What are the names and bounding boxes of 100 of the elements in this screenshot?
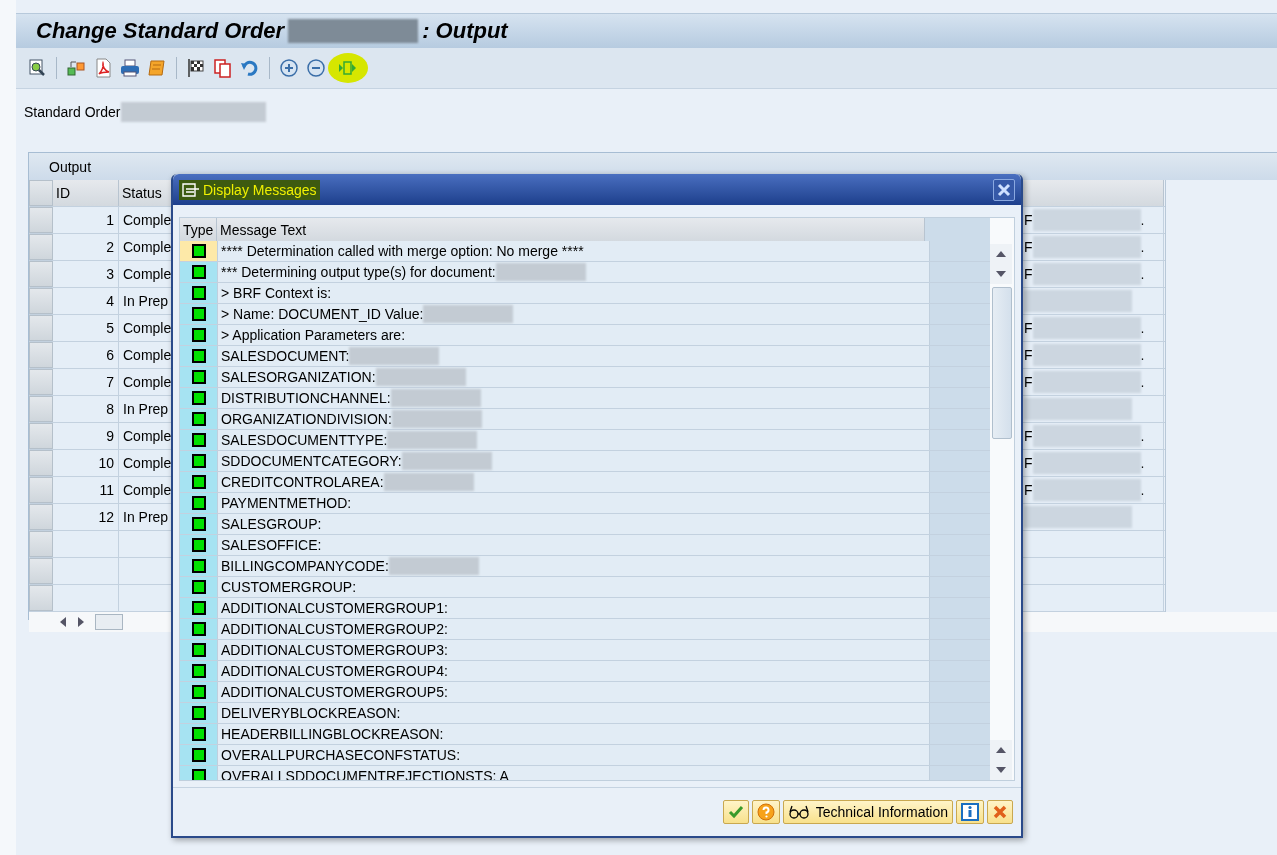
type-cell[interactable] bbox=[180, 619, 218, 639]
table-cell: . bbox=[1140, 455, 1145, 471]
status-light-icon bbox=[191, 307, 206, 321]
scroll-up-button[interactable] bbox=[990, 244, 1012, 264]
type-cell[interactable] bbox=[180, 451, 218, 471]
type-cell[interactable] bbox=[180, 430, 218, 450]
column-header: Message Text bbox=[217, 218, 925, 241]
table-cell: F bbox=[1024, 212, 1033, 228]
message-text: OVERALLPURCHASECONFSTATUS: bbox=[221, 747, 461, 763]
type-cell[interactable] bbox=[180, 493, 218, 513]
checkmark-icon bbox=[727, 804, 744, 820]
undo-icon[interactable] bbox=[240, 58, 260, 78]
type-cell[interactable] bbox=[180, 661, 218, 681]
scroll-left-icon[interactable] bbox=[59, 617, 67, 627]
type-cell[interactable] bbox=[180, 472, 218, 492]
message-text: ADDITIONALCUSTOMERGROUP4: bbox=[221, 663, 448, 679]
type-cell[interactable] bbox=[180, 388, 218, 408]
type-cell[interactable] bbox=[180, 724, 218, 744]
type-cell[interactable] bbox=[180, 241, 218, 261]
message-text: ADDITIONALCUSTOMERGROUP3: bbox=[221, 642, 448, 658]
status-light-icon bbox=[191, 580, 206, 594]
table-cell: F bbox=[1024, 374, 1033, 390]
scroll-right-icon[interactable] bbox=[77, 617, 85, 627]
flag-icon[interactable] bbox=[186, 58, 206, 78]
table-cell: . bbox=[1140, 482, 1145, 498]
table-cell: 10 bbox=[53, 450, 119, 476]
help-button[interactable] bbox=[751, 800, 780, 824]
type-cell[interactable] bbox=[180, 514, 218, 534]
status-light-icon bbox=[191, 391, 206, 405]
message-text: SALESGROUP: bbox=[221, 516, 322, 532]
info-icon bbox=[961, 803, 979, 821]
table-cell: F bbox=[1024, 266, 1033, 282]
message-text: SALESDOCUMENT: bbox=[221, 348, 350, 364]
window-title: Change Standard Order bbox=[36, 18, 285, 44]
status-light-icon bbox=[191, 286, 206, 300]
status-light-icon bbox=[191, 349, 206, 363]
type-cell[interactable] bbox=[180, 283, 218, 303]
message-text: SALESOFFICE: bbox=[221, 537, 322, 553]
table-cell: F bbox=[1024, 239, 1033, 255]
type-cell[interactable] bbox=[180, 535, 218, 555]
status-light-icon bbox=[191, 601, 206, 615]
type-cell[interactable] bbox=[180, 682, 218, 702]
message-text: ADDITIONALCUSTOMERGROUP2: bbox=[221, 621, 448, 637]
table-cell: 3 bbox=[53, 261, 119, 287]
message-text: > BRF Context is: bbox=[221, 285, 332, 301]
type-cell[interactable] bbox=[180, 640, 218, 660]
type-cell[interactable] bbox=[180, 367, 218, 387]
message-text: CUSTOMERGROUP: bbox=[221, 579, 357, 595]
objects-icon[interactable] bbox=[66, 58, 86, 78]
message-text: CREDITCONTROLAREA: bbox=[221, 474, 384, 490]
type-cell[interactable] bbox=[180, 703, 218, 723]
table-cell: F bbox=[1024, 455, 1033, 471]
technical-information-button[interactable]: Technical Information bbox=[782, 800, 953, 824]
message-text: ADDITIONALCUSTOMERGROUP1: bbox=[221, 600, 448, 616]
message-text: **** Determination called with merge option: No merge **** bbox=[221, 243, 584, 259]
copy-icon[interactable] bbox=[213, 58, 233, 78]
expand-icon[interactable] bbox=[279, 58, 299, 78]
table-cell: . bbox=[1140, 266, 1145, 282]
field-label: Standard Order bbox=[24, 104, 121, 120]
message-text: BILLINGCOMPANYCODE: bbox=[221, 558, 389, 574]
pdf-icon[interactable] bbox=[93, 58, 113, 78]
message-text: DELIVERYBLOCKREASON: bbox=[221, 705, 401, 721]
up-arrow-icon bbox=[996, 747, 1006, 753]
message-text: HEADERBILLINGBLOCKREASON: bbox=[221, 726, 444, 742]
scroll-up-button[interactable] bbox=[990, 740, 1012, 760]
scroll-icon[interactable] bbox=[147, 58, 167, 78]
collapse-icon[interactable] bbox=[306, 58, 326, 78]
info-button[interactable] bbox=[956, 800, 984, 824]
type-cell[interactable] bbox=[180, 304, 218, 324]
printer-icon[interactable] bbox=[120, 58, 140, 78]
type-cell[interactable] bbox=[180, 766, 218, 780]
scroll-thumb[interactable] bbox=[95, 614, 123, 630]
scroll-down-button[interactable] bbox=[990, 264, 1012, 284]
type-cell[interactable] bbox=[180, 745, 218, 765]
select-all-cell[interactable] bbox=[29, 180, 53, 206]
message-text: > Application Parameters are: bbox=[221, 327, 406, 343]
message-text: SDDOCUMENTCATEGORY: bbox=[221, 453, 402, 469]
column-header: ID bbox=[53, 180, 119, 206]
ok-button[interactable] bbox=[722, 800, 749, 824]
down-arrow-icon bbox=[996, 767, 1006, 773]
column-header: Type bbox=[180, 218, 217, 241]
type-cell[interactable] bbox=[180, 598, 218, 618]
up-arrow-icon bbox=[996, 251, 1006, 257]
type-cell[interactable] bbox=[180, 577, 218, 597]
scroll-down-button[interactable] bbox=[990, 760, 1012, 780]
type-cell[interactable] bbox=[180, 556, 218, 576]
display-icon[interactable] bbox=[27, 58, 47, 78]
cancel-button[interactable] bbox=[987, 800, 1013, 824]
type-cell[interactable] bbox=[180, 262, 218, 282]
type-cell[interactable] bbox=[180, 325, 218, 345]
type-cell[interactable] bbox=[180, 346, 218, 366]
dialog-title: Display Messages bbox=[179, 179, 320, 200]
close-button[interactable] bbox=[993, 178, 1015, 201]
scroll-thumb[interactable] bbox=[992, 287, 1012, 439]
table-cell: . bbox=[1140, 374, 1145, 390]
status-light-icon bbox=[191, 685, 206, 699]
table-cell: 4 bbox=[53, 288, 119, 314]
type-cell[interactable] bbox=[180, 409, 218, 429]
message-text: SALESORGANIZATION: bbox=[221, 369, 376, 385]
table-cell: 7 bbox=[53, 369, 119, 395]
